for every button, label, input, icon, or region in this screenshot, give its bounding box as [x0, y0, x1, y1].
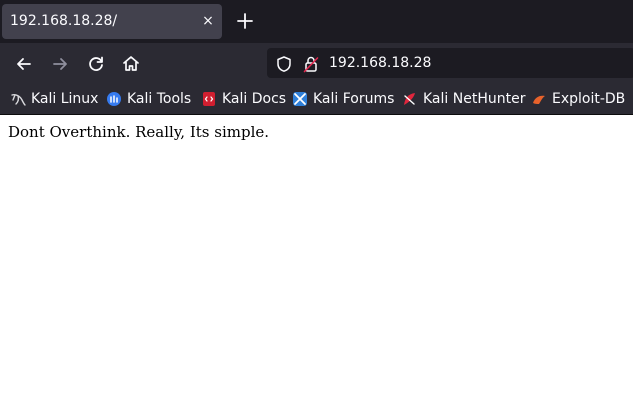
bookmark-label: Kali Forums: [313, 91, 395, 107]
reload-icon[interactable]: [83, 51, 109, 77]
bookmark-label: Kali NetHunter: [423, 91, 526, 107]
page-body-text: Dont Overthink. Really, Its simple.: [8, 123, 270, 141]
nav-bar: 192.168.18.28: [0, 43, 633, 84]
tab-close-button[interactable]: ×: [200, 12, 216, 30]
lock-icon[interactable]: [302, 55, 320, 73]
new-tab-button[interactable]: [234, 10, 256, 32]
bookmark-label: Kali Tools: [127, 91, 192, 107]
tab-active[interactable]: 192.168.18.28/ ×: [2, 4, 222, 39]
kali-dragon-icon: [11, 94, 26, 106]
bookmark-label: Exploit-DB: [552, 91, 626, 107]
bookmark-kali-forums[interactable]: Kali Forums: [292, 88, 394, 110]
page-content: Dont Overthink. Really, Its simple.: [0, 115, 633, 401]
exploit-db-icon: [533, 95, 545, 104]
kali-forums-icon: [293, 92, 307, 106]
bookmark-kali-tools[interactable]: Kali Tools: [106, 88, 191, 110]
kali-nethunter-icon: [404, 93, 415, 105]
forward-icon[interactable]: [47, 51, 73, 77]
bookmark-kali-linux[interactable]: Kali Linux: [10, 88, 98, 110]
back-icon[interactable]: [11, 51, 37, 77]
kali-tools-icon: [107, 92, 121, 106]
tab-title: 192.168.18.28/: [10, 13, 118, 29]
browser-window: 192.168.18.28/ × 192.168.18.28 Kali Linu…: [0, 0, 633, 401]
bookmark-label: Kali Linux: [31, 91, 99, 107]
shield-icon[interactable]: [275, 55, 293, 73]
bookmarks-bar: Kali Linux Kali Tools Kali Docs Kali For…: [0, 84, 633, 115]
url-text[interactable]: 192.168.18.28: [329, 55, 431, 71]
bookmark-exploit-db[interactable]: Exploit-DB: [531, 88, 625, 110]
bookmark-label: Kali Docs: [222, 91, 287, 107]
bookmark-kali-docs[interactable]: Kali Docs: [201, 88, 286, 110]
tab-strip: 192.168.18.28/ ×: [0, 0, 633, 43]
kali-docs-icon: [203, 92, 215, 106]
home-icon[interactable]: [118, 51, 144, 77]
bookmark-kali-nethunter[interactable]: Kali NetHunter: [402, 88, 525, 110]
url-bar[interactable]: 192.168.18.28: [267, 48, 633, 78]
